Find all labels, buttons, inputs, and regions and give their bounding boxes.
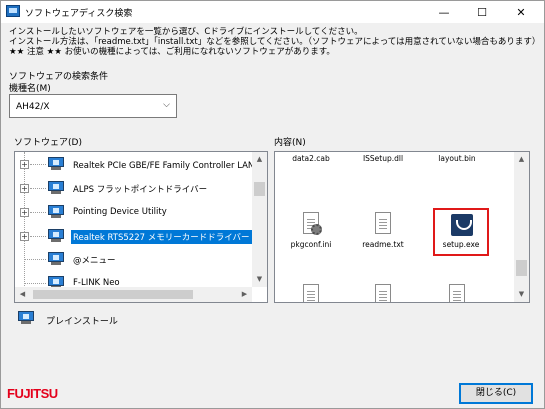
scrollbar-thumb[interactable]: [516, 260, 527, 276]
file-name: setup.exe: [442, 240, 480, 249]
file-partial[interactable]: [421, 284, 493, 302]
file-issetup-dll[interactable]: ISSetup.dll: [347, 154, 419, 164]
pre-install-item[interactable]: プレインストール: [14, 308, 134, 330]
file-partial[interactable]: [275, 284, 347, 302]
software-monitor-icon: [48, 229, 64, 242]
scroll-down-icon[interactable]: ▼: [252, 272, 267, 287]
scrollbar-thumb[interactable]: [33, 290, 193, 299]
contents-label: 内容(N): [274, 138, 306, 148]
close-window-button[interactable]: ✕: [506, 1, 536, 23]
model-name-label: 機種名(M): [9, 84, 51, 94]
file-readme-txt[interactable]: readme.txt: [347, 212, 419, 249]
tree-vertical-scrollbar[interactable]: ▲ ▼: [252, 152, 267, 287]
file-name: readme.txt: [362, 240, 404, 249]
expand-icon[interactable]: +: [20, 160, 29, 169]
title-bar[interactable]: ソフトウェアディスク検索 — ☐ ✕: [1, 1, 544, 23]
expand-icon[interactable]: +: [20, 184, 29, 193]
tree-item-realtek-card-reader[interactable]: + Realtek RTS5227 メモリーカードドライバー: [15, 226, 255, 246]
file-partial[interactable]: [347, 284, 419, 302]
file-layout-bin[interactable]: layout.bin: [421, 154, 493, 164]
window-title: ソフトウェアディスク検索: [25, 9, 133, 19]
app-icon: [6, 5, 20, 17]
minimize-button[interactable]: —: [429, 1, 459, 23]
software-monitor-icon: [18, 311, 34, 324]
software-tree[interactable]: + Realtek PCIe GBE/FE Family Controller …: [14, 151, 268, 303]
tree-item-label: Realtek PCIe GBE/FE Family Controller LA…: [73, 161, 268, 171]
file-name: ISSetup.dll: [362, 154, 404, 163]
software-label: ソフトウェア(D): [14, 138, 82, 148]
contents-file-list[interactable]: data2.cab ISSetup.dll layout.bin pkgconf…: [274, 151, 530, 303]
instruction-line-2: インストール方法は、「readme.txt」「install.txt」などを参照…: [9, 37, 541, 47]
scroll-up-icon[interactable]: ▲: [514, 152, 529, 167]
software-disc-search-window: ソフトウェアディスク検索 — ☐ ✕ インストールしたいソフトウェアを一覧から選…: [0, 0, 545, 409]
scroll-up-icon[interactable]: ▲: [252, 152, 267, 167]
tree-item-label-selected: Realtek RTS5227 メモリーカードドライバー: [71, 230, 252, 244]
instruction-line-3: ★★ 注意 ★★ お使いの機種によっては、ご利用になれないソフトウェアがあります…: [9, 47, 335, 57]
software-monitor-icon: [48, 181, 64, 194]
model-name-value: AH42/X: [16, 102, 50, 112]
tree-item-label: @メニュー: [73, 256, 116, 266]
scrollbar-thumb[interactable]: [254, 182, 265, 196]
tree-connector: [30, 164, 46, 165]
ini-file-icon: [301, 212, 322, 238]
instruction-line-1: インストールしたいソフトウェアを一覧から選び、Cドライブにインストールしてくださ…: [9, 27, 363, 37]
scroll-right-icon[interactable]: ▶: [237, 287, 252, 302]
text-file-icon: [373, 284, 393, 302]
maximize-button[interactable]: ☐: [467, 1, 497, 23]
expand-icon[interactable]: +: [20, 232, 29, 241]
tree-connector: [30, 236, 46, 237]
software-monitor-icon: [48, 252, 64, 265]
tree-item-label: ALPS フラットポイントドライバー: [73, 185, 208, 195]
text-file-icon: [447, 284, 467, 302]
tree-item-pointing-device-utility[interactable]: + Pointing Device Utility: [15, 202, 255, 222]
chevron-down-icon: ⌵: [163, 100, 170, 110]
file-name: layout.bin: [438, 154, 476, 163]
fujitsu-logo: FUJITSU: [7, 386, 58, 401]
tree-connector: [25, 283, 46, 284]
close-button[interactable]: 閉じる(C): [459, 383, 533, 404]
file-name: data2.cab: [292, 154, 330, 163]
tree-item-at-menu[interactable]: @メニュー: [15, 249, 255, 269]
software-monitor-icon: [48, 157, 64, 170]
file-pkgconf-ini[interactable]: pkgconf.ini: [275, 212, 347, 249]
tree-connector: [30, 212, 46, 213]
tree-connector: [25, 259, 46, 260]
expand-icon[interactable]: +: [20, 208, 29, 217]
tree-item-realtek-lan[interactable]: + Realtek PCIe GBE/FE Family Controller …: [15, 154, 267, 174]
text-file-icon: [373, 212, 393, 238]
tree-item-alps-flatpoint[interactable]: + ALPS フラットポイントドライバー: [15, 178, 255, 198]
software-monitor-icon: [48, 205, 64, 218]
file-setup-exe[interactable]: setup.exe: [433, 208, 489, 256]
tree-horizontal-scrollbar[interactable]: ◀ ▶: [15, 287, 252, 302]
file-name: pkgconf.ini: [290, 240, 332, 249]
setup-exe-icon: [451, 214, 473, 236]
scroll-down-icon[interactable]: ▼: [514, 287, 529, 302]
pre-install-label: プレインストール: [46, 317, 118, 327]
tree-connector: [30, 188, 46, 189]
model-name-select[interactable]: AH42/X ⌵: [9, 94, 177, 118]
ini-file-icon: [301, 284, 321, 302]
tree-item-label: Pointing Device Utility: [73, 207, 167, 217]
file-data2-cab[interactable]: data2.cab: [275, 154, 347, 164]
scroll-left-icon[interactable]: ◀: [15, 287, 30, 302]
contents-vertical-scrollbar[interactable]: ▲ ▼: [514, 152, 529, 302]
